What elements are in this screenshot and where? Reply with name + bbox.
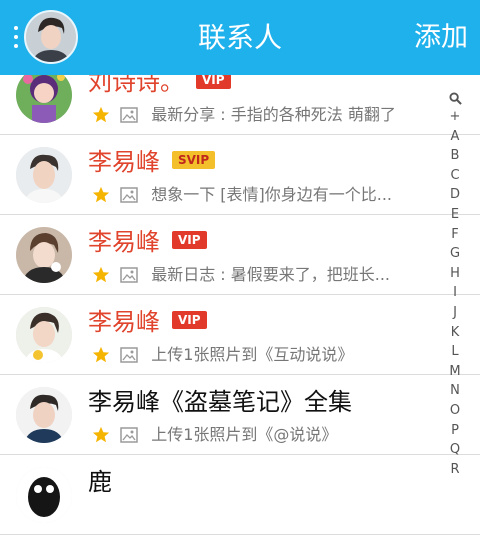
alphabet-index[interactable]: + A B C D E F G H I J K L M N O P Q R bbox=[444, 92, 466, 479]
contact-status: 上传1张照片到《@说说》 bbox=[92, 423, 337, 445]
search-icon[interactable] bbox=[448, 92, 462, 105]
contact-list: 刘诗诗。 VIP 最新分享 : 手指的各种死法 萌翻了 李易峰 SVIP 想象一下 … bbox=[0, 55, 480, 535]
status-text: 最新日志 : 暑假要来了，把班长... bbox=[151, 264, 391, 284]
index-letter[interactable]: Q bbox=[444, 440, 466, 460]
top-bar: 联系人 添加 bbox=[0, 0, 480, 75]
contact-row[interactable]: 李易峰 SVIP 想象一下 [表情]你身边有一个比... bbox=[0, 135, 480, 215]
index-letter[interactable]: C bbox=[444, 166, 466, 186]
index-letter[interactable]: J bbox=[444, 303, 466, 323]
contact-avatar[interactable] bbox=[16, 307, 72, 363]
star-icon bbox=[92, 186, 110, 202]
status-text: 上传1张照片到《@说说》 bbox=[151, 424, 338, 444]
contact-status: 上传1张照片到《互动说说》 bbox=[92, 343, 353, 365]
index-letter[interactable]: G bbox=[444, 244, 466, 264]
index-letter[interactable]: M bbox=[444, 362, 466, 382]
contact-name: 李易峰 VIP bbox=[88, 307, 207, 337]
index-letter[interactable]: K bbox=[444, 323, 466, 343]
index-letter[interactable]: E bbox=[444, 205, 466, 225]
contact-name-text: 鹿 bbox=[88, 468, 112, 496]
index-letter[interactable]: L bbox=[444, 342, 466, 362]
star-icon bbox=[92, 346, 110, 362]
add-button[interactable]: 添加 bbox=[414, 20, 468, 56]
contact-avatar[interactable] bbox=[16, 147, 72, 203]
contact-status: 最新日志 : 暑假要来了，把班长... bbox=[92, 263, 390, 285]
status-text: 最新分享 : 手指的各种死法 萌翻了 bbox=[151, 104, 396, 124]
contact-row[interactable]: 李易峰 VIP 最新日志 : 暑假要来了，把班长... bbox=[0, 215, 480, 295]
index-letter[interactable]: + bbox=[444, 107, 466, 127]
contact-name-text: 李易峰 bbox=[88, 228, 160, 256]
image-icon bbox=[120, 106, 138, 123]
contact-name-text: 李易峰 bbox=[88, 308, 160, 336]
index-letter[interactable]: H bbox=[444, 264, 466, 284]
contact-name: 李易峰 SVIP bbox=[88, 147, 216, 177]
contact-avatar[interactable] bbox=[16, 67, 72, 123]
image-icon bbox=[120, 266, 138, 283]
index-letter[interactable]: A bbox=[444, 127, 466, 147]
contact-status: 最新分享 : 手指的各种死法 萌翻了 bbox=[92, 103, 396, 125]
page-title: 联系人 bbox=[197, 21, 282, 54]
contact-status: 想象一下 [表情]你身边有一个比... bbox=[92, 183, 392, 205]
svip-badge: SVIP bbox=[172, 151, 216, 169]
contact-row[interactable]: 李易峰《盗墓笔记》全集 上传1张照片到《@说说》 bbox=[0, 375, 480, 455]
index-letter[interactable]: N bbox=[444, 381, 466, 401]
index-letter[interactable]: B bbox=[444, 146, 466, 166]
index-letter[interactable]: F bbox=[444, 225, 466, 245]
index-letter[interactable]: I bbox=[444, 283, 466, 303]
star-icon bbox=[92, 266, 110, 282]
image-icon bbox=[120, 426, 138, 443]
image-icon bbox=[120, 346, 138, 363]
contact-row[interactable]: 鹿 bbox=[0, 455, 480, 535]
index-letter[interactable]: R bbox=[444, 460, 466, 480]
contact-name-text: 李易峰 bbox=[88, 148, 160, 176]
image-icon bbox=[120, 186, 138, 203]
vip-badge: VIP bbox=[172, 311, 207, 329]
status-text: 上传1张照片到《互动说说》 bbox=[151, 344, 354, 364]
contact-avatar[interactable] bbox=[16, 467, 72, 523]
index-letter[interactable]: O bbox=[444, 401, 466, 421]
vip-badge: VIP bbox=[172, 231, 207, 249]
status-text: 想象一下 [表情]你身边有一个比... bbox=[151, 184, 393, 204]
contact-avatar[interactable] bbox=[16, 387, 72, 443]
star-icon bbox=[92, 426, 110, 442]
contact-name: 鹿 bbox=[88, 467, 112, 497]
contact-name-text: 李易峰《盗墓笔记》全集 bbox=[88, 388, 352, 416]
contact-name: 李易峰《盗墓笔记》全集 bbox=[88, 387, 352, 417]
contact-name: 李易峰 VIP bbox=[88, 227, 207, 257]
index-letter[interactable]: P bbox=[444, 421, 466, 441]
index-letter[interactable]: D bbox=[444, 185, 466, 205]
contact-row[interactable]: 李易峰 VIP 上传1张照片到《互动说说》 bbox=[0, 295, 480, 375]
star-icon bbox=[92, 106, 110, 122]
contact-avatar[interactable] bbox=[16, 227, 72, 283]
